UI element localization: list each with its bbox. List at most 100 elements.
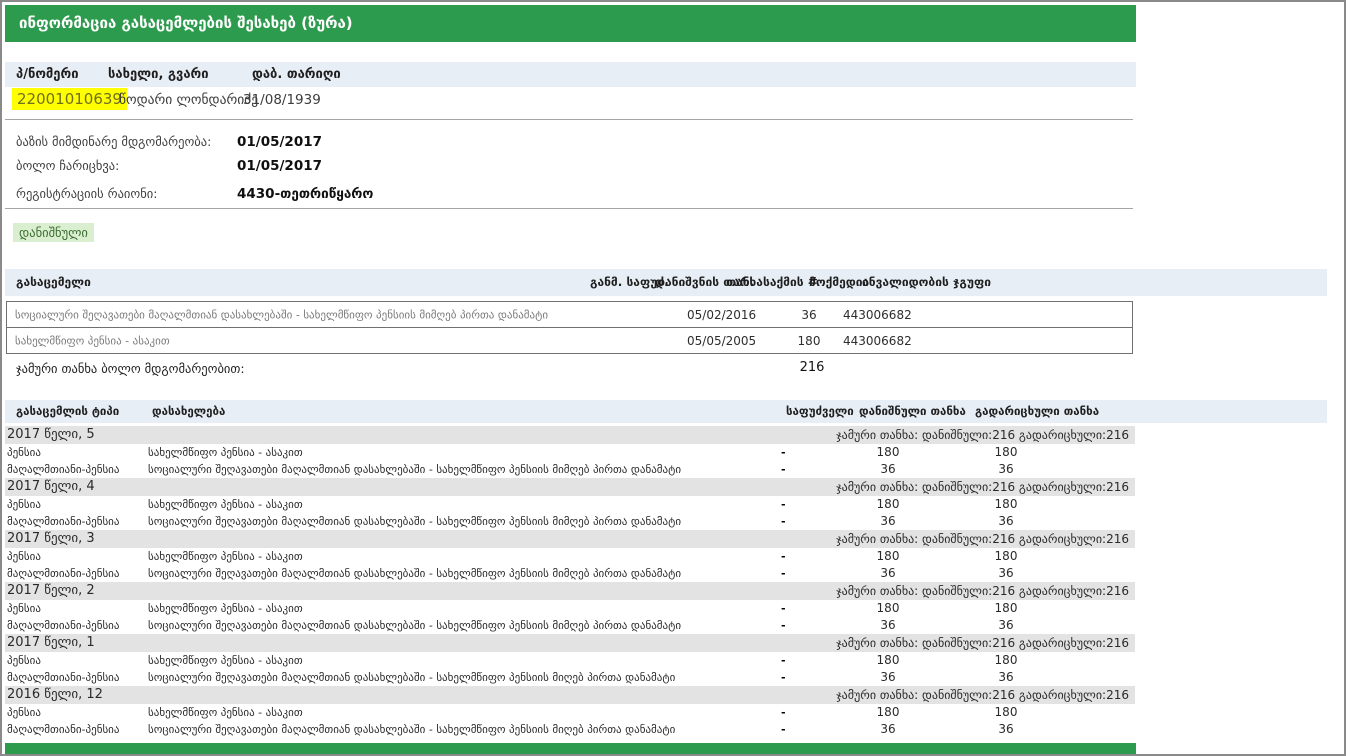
payment-assigned-amount: 36 <box>858 565 918 582</box>
assignment-date: 05/02/2016 <box>687 308 756 322</box>
column-disability-group: ინვალიდობის ჯგუფი <box>862 269 991 296</box>
payment-name: სოციალური შეღავათები მაღალმთიან დასახლებ… <box>148 671 675 684</box>
payment-basis: - <box>781 565 786 582</box>
person-name: წოდარი ლონდარიძე <box>119 92 258 108</box>
payment-period: 2017 წელი, 5 ჯამური თანხა: დანიშნული:216… <box>5 426 1135 478</box>
assignment-date: 05/05/2005 <box>687 334 756 348</box>
payment-basis: - <box>781 704 786 721</box>
case-number: 443006682 <box>843 334 912 348</box>
payment-transferred-amount: 36 <box>973 461 1039 478</box>
payment-type: მაღალმთიანი-პენსია <box>5 513 148 530</box>
payment-assigned-amount: 180 <box>858 444 918 461</box>
period-summary: ჯამური თანხა: დანიშნული:216 გადარიცხული:… <box>836 478 1129 496</box>
period-summary: ჯამური თანხა: დანიშნული:216 გადარიცხული:… <box>836 634 1129 652</box>
payment-transferred-amount: 36 <box>973 721 1039 738</box>
period-title: 2017 წელი, 2 <box>7 582 95 600</box>
period-title: 2017 წელი, 3 <box>7 530 95 548</box>
benefit-name: სოციალური შეღავათები მაღალმთიან დასახლებ… <box>15 308 548 321</box>
page-title: ინფორმაცია გასაცემლების შესახებ (ზურა) <box>19 14 353 32</box>
payment-assigned-amount: 36 <box>858 669 918 686</box>
payment-period: 2017 წელი, 1 ჯამური თანხა: დანიშნული:216… <box>5 634 1135 686</box>
person-birth-date: 31/08/1939 <box>243 92 321 108</box>
window-titlebar: ინფორმაცია გასაცემლების შესახებ (ზურა) <box>5 5 1136 42</box>
payment-transferred-amount: 180 <box>973 600 1039 617</box>
payment-type: პენსია <box>5 444 148 461</box>
payment-basis: - <box>781 652 786 669</box>
benefit-amount: 180 <box>791 334 827 348</box>
payment-name: სოციალური შეღავათები მაღალმთიან დასახლებ… <box>148 619 681 632</box>
period-header: 2017 წელი, 5 ჯამური თანხა: დანიშნული:216… <box>5 426 1135 444</box>
info-label-last-transfer: ბოლო ჩარიცხვა: <box>16 158 119 173</box>
period-header: 2017 წელი, 2 ჯამური თანხა: დანიშნული:216… <box>5 582 1135 600</box>
payment-assigned-amount: 180 <box>858 496 918 513</box>
period-title: 2017 წელი, 1 <box>7 634 95 652</box>
payment-row: პენსიასახელმწიფო პენსია - ასაკით-180180 <box>5 652 1135 669</box>
period-title: 2016 წელი, 12 <box>7 686 103 704</box>
column-payment-name: დასახელება <box>152 400 225 423</box>
payment-name: სახელმწიფო პენსია - ასაკით <box>148 602 303 615</box>
period-summary: ჯამური თანხა: დანიშნული:216 გადარიცხული:… <box>836 530 1129 548</box>
column-transferred-amount: გადარიცხული თანხა <box>975 400 1099 423</box>
payment-row: მაღალმთიანი-პენსიასოციალური შეღავათები მ… <box>5 513 1135 530</box>
payment-basis: - <box>781 617 786 634</box>
payment-row: მაღალმთიანი-პენსიასოციალური შეღავათები მ… <box>5 669 1135 686</box>
payment-name: სახელმწიფო პენსია - ასაკით <box>148 654 303 667</box>
payment-transferred-amount: 36 <box>973 513 1039 530</box>
payment-period: 2016 წელი, 12 ჯამური თანხა: დანიშნული:21… <box>5 686 1135 738</box>
payment-period: 2017 წელი, 2 ჯამური თანხა: დანიშნული:216… <box>5 582 1135 634</box>
period-header: 2017 წელი, 1 ჯამური თანხა: დანიშნული:216… <box>5 634 1135 652</box>
period-summary: ჯამური თანხა: დანიშნული:216 გადარიცხული:… <box>836 426 1129 444</box>
payment-row: პენსიასახელმწიფო პენსია - ასაკით-180180 <box>5 548 1135 565</box>
payment-row: მაღალმთიანი-პენსიასოციალური შეღავათები მ… <box>5 565 1135 582</box>
divider <box>5 208 1133 209</box>
payment-name: სოციალური შეღავათები მაღალმთიან დასახლებ… <box>148 463 681 476</box>
payment-transferred-amount: 180 <box>973 496 1039 513</box>
payment-assigned-amount: 180 <box>858 704 918 721</box>
info-label-base-status: ბაზის მიმდინარე მდგომარეობა: <box>16 134 211 149</box>
payment-type: მაღალმთიანი-პენსია <box>5 669 148 686</box>
payment-basis: - <box>781 721 786 738</box>
payment-transferred-amount: 36 <box>973 669 1039 686</box>
payment-name: სახელმწიფო პენსია - ასაკით <box>148 550 303 563</box>
page: ინფორმაცია გასაცემლების შესახებ (ზურა) პ… <box>0 0 1346 756</box>
payment-type: მაღალმთიანი-პენსია <box>5 565 148 582</box>
payment-basis: - <box>781 548 786 565</box>
payment-name: სახელმწიფო პენსია - ასაკით <box>148 446 303 459</box>
payment-row: პენსიასახელმწიფო პენსია - ასაკით - 180 180 <box>5 444 1135 461</box>
payment-type: პენსია <box>5 600 148 617</box>
payment-assigned-amount: 36 <box>858 513 918 530</box>
payments-table-header: გასაცემლის ტიპი დასახელება საფუძველი დან… <box>5 400 1327 423</box>
column-birth-date: დაბ. თარიღი <box>252 62 341 87</box>
payment-type: პენსია <box>5 496 148 513</box>
payment-basis: - <box>781 669 786 686</box>
assigned-table-body: სოციალური შეღავათები მაღალმთიან დასახლებ… <box>6 301 1133 354</box>
assigned-row: სოციალური შეღავათები მაღალმთიან დასახლებ… <box>7 302 1132 327</box>
payment-assigned-amount: 180 <box>858 548 918 565</box>
payment-assigned-amount: 180 <box>858 600 918 617</box>
payment-transferred-amount: 180 <box>973 704 1039 721</box>
divider <box>5 119 1133 120</box>
payment-basis: - <box>781 444 786 461</box>
payment-transferred-amount: 180 <box>973 444 1039 461</box>
payment-row: პენსიასახელმწიფო პენსია - ასაკით-180180 <box>5 704 1135 721</box>
payment-row: პენსიასახელმწიფო პენსია - ასაკით-180180 <box>5 496 1135 513</box>
payment-name: სოციალური შეღავათები მაღალმთიან დასახლებ… <box>148 515 681 528</box>
personal-number-highlight[interactable]: 22001010639 <box>12 88 127 110</box>
period-summary: ჯამური თანხა: დანიშნული:216 გადარიცხული:… <box>836 686 1129 704</box>
column-basis: საფუძველი <box>786 400 854 423</box>
footer-section-bar <box>5 743 1136 755</box>
info-value-last-transfer: 01/05/2017 <box>237 158 322 174</box>
column-personal-number: პ/ნომერი <box>16 62 79 87</box>
person-table-header: პ/ნომერი სახელი, გვარი დაბ. თარიღი <box>5 62 1136 87</box>
period-summary: ჯამური თანხა: დანიშნული:216 გადარიცხული:… <box>836 582 1129 600</box>
info-value-base-status: 01/05/2017 <box>237 134 322 150</box>
payment-assigned-amount: 180 <box>858 652 918 669</box>
assigned-badge: დანიშნული <box>13 223 94 242</box>
case-number: 443006682 <box>843 308 912 322</box>
payment-basis: - <box>781 461 786 478</box>
payment-row: მაღალმთიანი-პენსიასოციალური შეღავათები მ… <box>5 461 1135 478</box>
period-header: 2017 წელი, 4 ჯამური თანხა: დანიშნული:216… <box>5 478 1135 496</box>
payment-name: სახელმწიფო პენსია - ასაკით <box>148 706 303 719</box>
payment-row: მაღალმთიანი-პენსიასოციალური შეღავათები მ… <box>5 617 1135 634</box>
benefit-name: სახელმწიფო პენსია - ასაკით <box>15 334 170 347</box>
